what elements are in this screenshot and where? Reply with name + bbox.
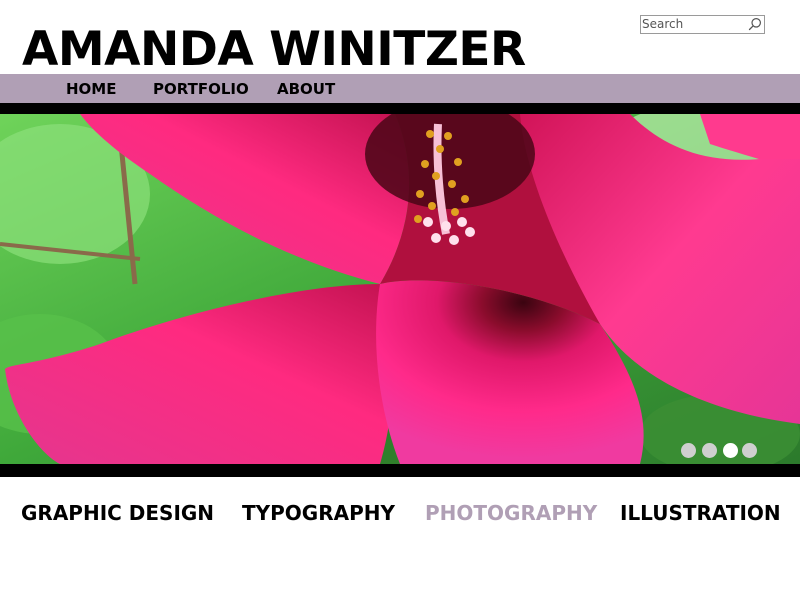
category-photography[interactable]: PHOTOGRAPHY xyxy=(425,499,597,527)
nav-home[interactable]: HOME xyxy=(66,74,116,103)
hero-image xyxy=(0,114,800,464)
slide-dot-2[interactable] xyxy=(702,443,717,458)
slide-dot-3-active[interactable] xyxy=(723,443,738,458)
search-icon[interactable] xyxy=(748,17,762,31)
page: AMANDA WINITZER HOME PORTFOLIO ABOUT xyxy=(0,0,800,600)
category-graphic-design[interactable]: GRAPHIC DESIGN xyxy=(21,499,214,527)
search-input[interactable] xyxy=(641,16,746,33)
search-box xyxy=(640,15,765,34)
hero-slideshow[interactable] xyxy=(0,114,800,464)
nav-about[interactable]: ABOUT xyxy=(277,74,335,103)
category-typography[interactable]: TYPOGRAPHY xyxy=(242,499,395,527)
site-title[interactable]: AMANDA WINITZER xyxy=(22,22,526,78)
main-nav: HOME PORTFOLIO ABOUT xyxy=(0,74,800,103)
category-illustration[interactable]: ILLUSTRATION xyxy=(620,499,781,527)
slide-dot-1[interactable] xyxy=(681,443,696,458)
hero-bottom-band xyxy=(0,464,800,477)
nav-portfolio[interactable]: PORTFOLIO xyxy=(153,74,249,103)
hero-top-band xyxy=(0,103,800,114)
slide-dot-4[interactable] xyxy=(742,443,757,458)
